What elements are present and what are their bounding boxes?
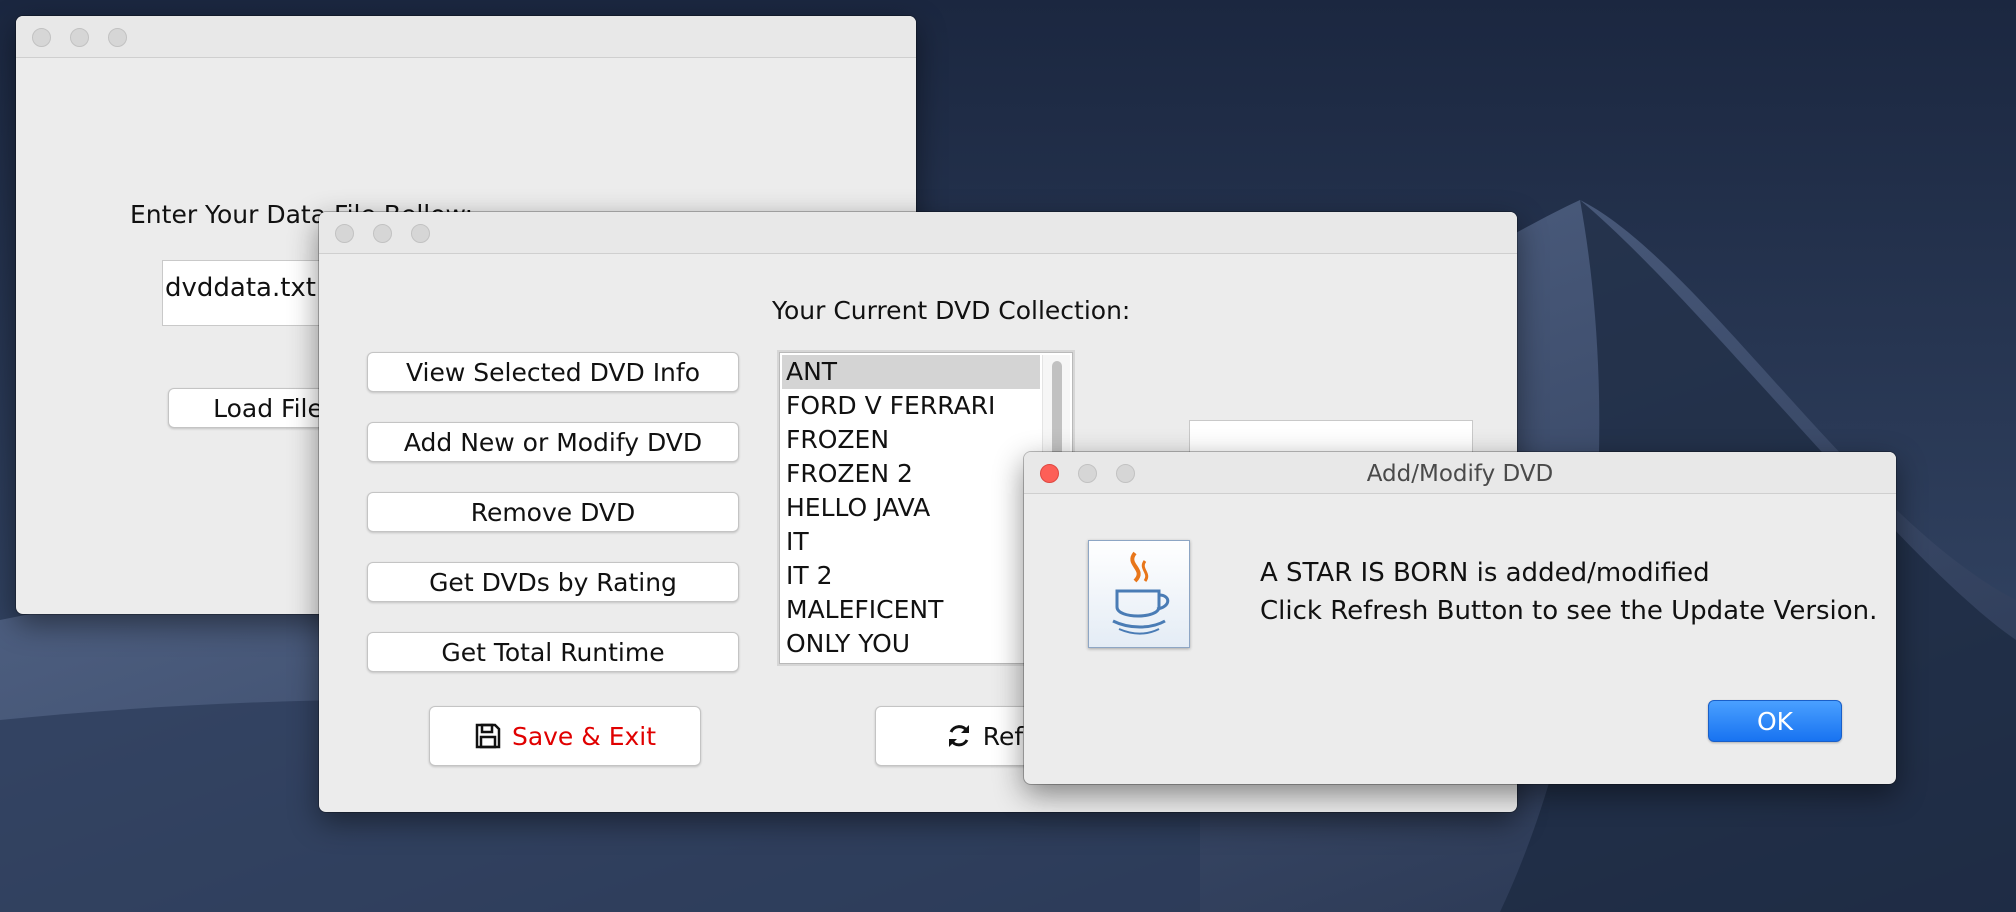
loader-minimize-button[interactable] [70,28,89,47]
dvd-list-item[interactable]: ANT [782,355,1040,389]
save-exit-label: Save & Exit [511,721,657,751]
remove-dvd-button[interactable]: Remove DVD [367,492,739,532]
floppy-disk-icon [475,723,501,749]
dialog-message-line2: Click Refresh Button to see the Update V… [1260,596,1878,626]
view-info-button[interactable]: View Selected DVD Info [367,352,739,392]
add-modify-dialog: Add/Modify DVD A STAR IS BORN is added/m… [1024,452,1896,784]
dvd-list-item[interactable]: FORD V FERRARI [782,389,1040,423]
dvd-list-item[interactable]: ONLY YOU [782,627,1040,661]
refresh-icon [948,725,969,747]
dvd-list-items: ANT FORD V FERRARI FROZEN FROZEN 2 HELLO JAV… [782,355,1040,661]
dvd-list-item[interactable]: MALEFICENT [782,593,1040,627]
collection-heading: Your Current DVD Collection: [772,296,1131,325]
loader-titlebar [16,16,916,58]
add-modify-button[interactable]: Add New or Modify DVD [367,422,739,462]
dialog-titlebar: Add/Modify DVD [1024,452,1896,494]
dvd-list-item[interactable]: FROZEN [782,423,1040,457]
main-minimize-button[interactable] [373,224,392,243]
dialog-title: Add/Modify DVD [1366,461,1554,487]
save-exit-button[interactable]: Save & Exit [429,706,701,766]
dvd-list-item[interactable]: IT [782,525,1040,559]
ok-button[interactable]: OK [1708,700,1842,742]
loader-close-button[interactable] [32,28,51,47]
main-zoom-button[interactable] [411,224,430,243]
java-cup-icon [1088,540,1190,648]
dvd-list-item[interactable]: FROZEN 2 [782,457,1040,491]
dialog-message-line1: A STAR IS BORN is added/modified [1260,558,1710,588]
main-titlebar [319,212,1517,254]
runtime-button[interactable]: Get Total Runtime [367,632,739,672]
dvd-list-item[interactable]: HELLO JAVA [782,491,1040,525]
rating-button[interactable]: Get DVDs by Rating [367,562,739,602]
loader-zoom-button[interactable] [108,28,127,47]
main-close-button[interactable] [335,224,354,243]
dvd-list-item[interactable]: IT 2 [782,559,1040,593]
